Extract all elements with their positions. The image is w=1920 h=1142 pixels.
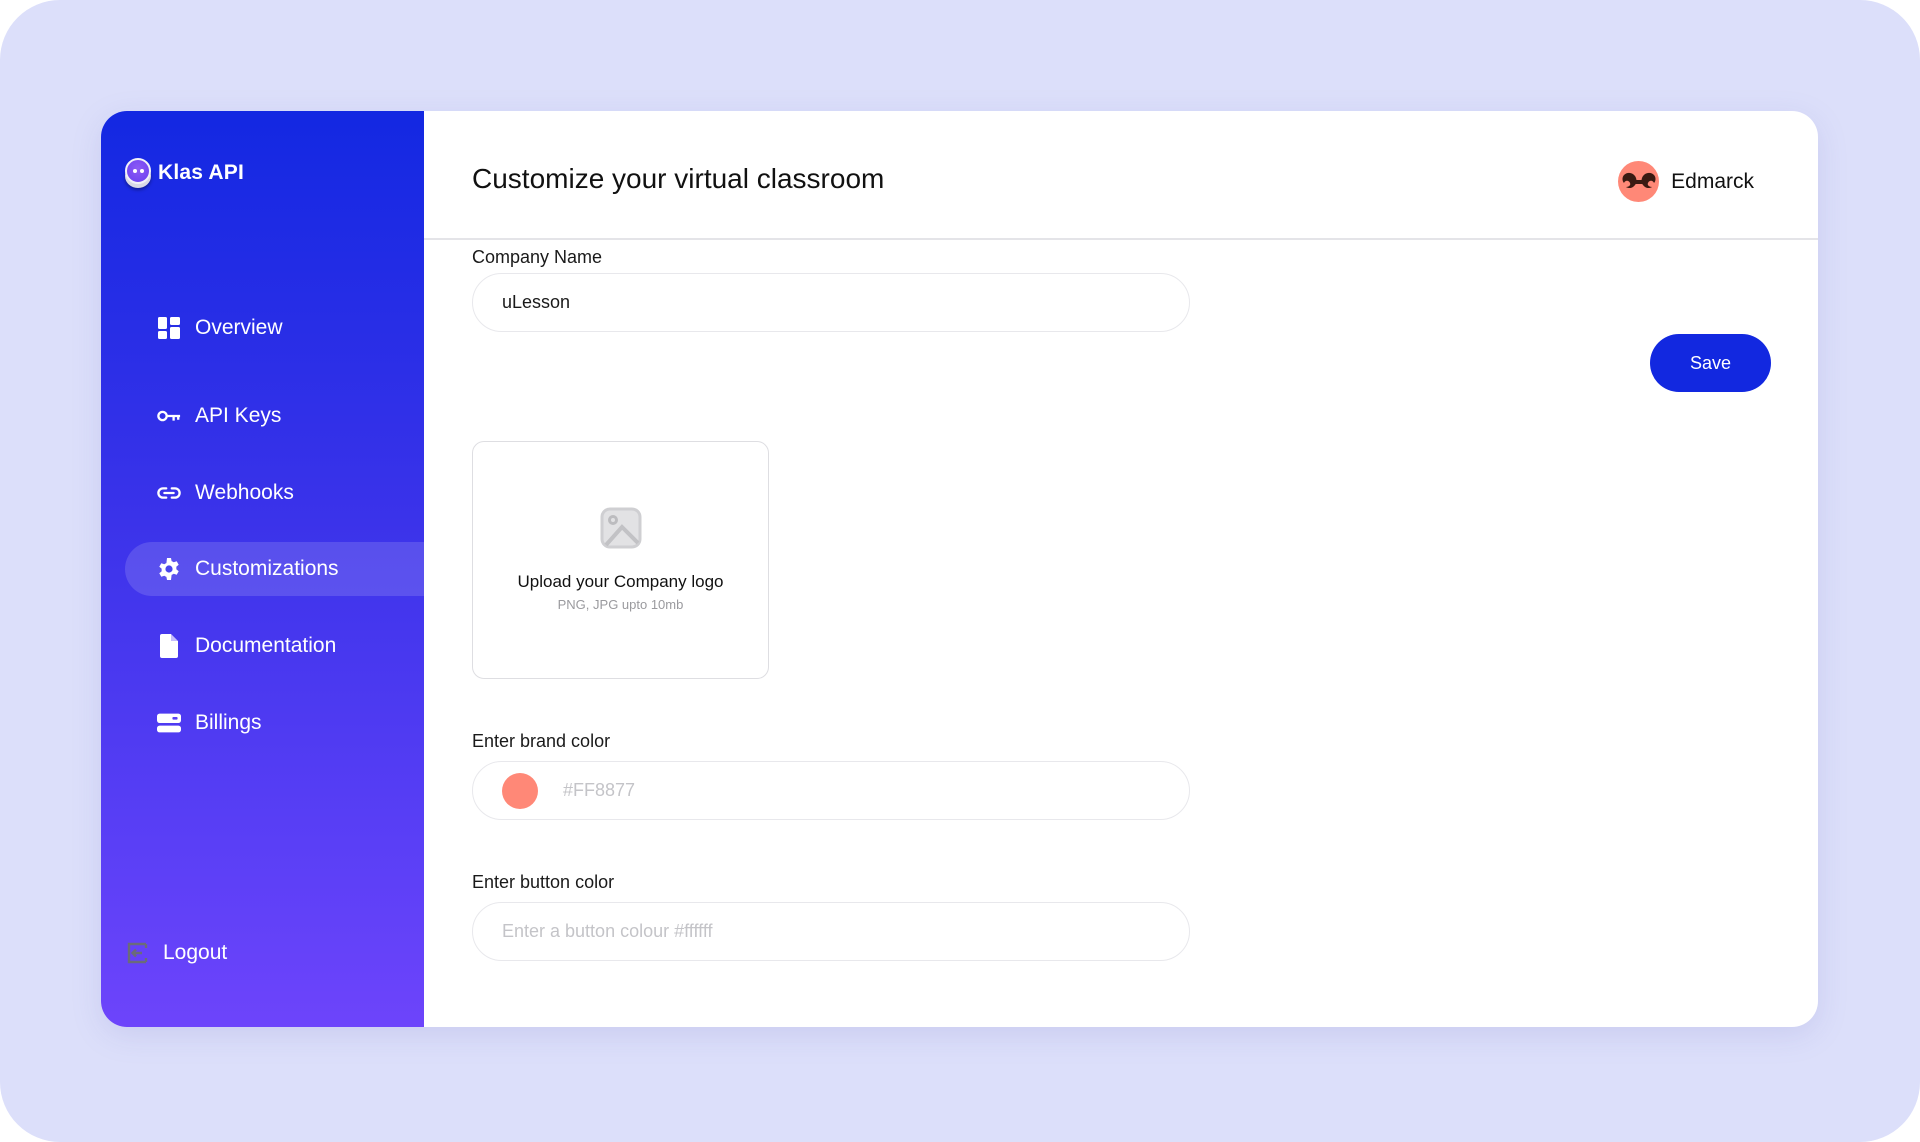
company-name-field[interactable]: [472, 273, 1190, 332]
brand-name: Klas API: [158, 161, 245, 184]
company-name-label: Company Name: [472, 247, 603, 267]
brand-color-swatch[interactable]: [502, 772, 538, 809]
app-window: Klas API Overview API Keys Webhooks Cust: [101, 111, 1818, 1027]
link-icon: [157, 481, 181, 505]
sidebar-item-api-keys[interactable]: API Keys: [125, 389, 424, 443]
sidebar-item-webhooks[interactable]: Webhooks: [125, 466, 424, 520]
logout-icon: [125, 941, 149, 965]
logo-upload-dropzone[interactable]: Upload your Company logo PNG, JPG upto 1…: [472, 441, 769, 679]
brand-color-input[interactable]: [563, 762, 1189, 819]
save-button[interactable]: Save: [1650, 334, 1771, 392]
sidebar-item-label: Billings: [195, 711, 262, 734]
image-placeholder-icon: [600, 507, 642, 549]
company-name-input[interactable]: [502, 274, 1189, 331]
logout-label: Logout: [163, 941, 228, 964]
avatar: [1618, 161, 1660, 202]
document-icon: [157, 634, 181, 658]
button-color-field[interactable]: [472, 902, 1190, 961]
page-header: Customize your virtual classroom Edmarck: [424, 111, 1818, 240]
main-content: Customize your virtual classroom Edmarck…: [424, 111, 1818, 1027]
sidebar-item-label: Documentation: [195, 634, 337, 657]
sidebar-item-documentation[interactable]: Documentation: [125, 619, 424, 673]
upload-subtitle: PNG, JPG upto 10mb: [557, 597, 684, 612]
sidebar-item-customizations[interactable]: Customizations: [125, 542, 424, 596]
avatar-mustache-icon: [1622, 172, 1656, 188]
sidebar-item-billings[interactable]: Billings: [125, 696, 424, 750]
sidebar-item-label: API Keys: [195, 404, 282, 427]
user-name: Edmarck: [1671, 169, 1754, 193]
key-icon: [157, 404, 181, 428]
sidebar-item-label: Webhooks: [195, 481, 294, 504]
page-title: Customize your virtual classroom: [472, 163, 885, 194]
gear-icon: [157, 557, 181, 581]
dashboard-icon: [157, 316, 181, 340]
button-color-label: Enter button color: [472, 872, 615, 892]
sidebar: Klas API Overview API Keys Webhooks Cust: [101, 111, 424, 1027]
button-color-input[interactable]: [502, 903, 1189, 960]
upload-title: Upload your Company logo: [517, 572, 724, 591]
logout-button[interactable]: Logout: [125, 941, 227, 965]
sidebar-item-label: Customizations: [195, 557, 339, 580]
brand[interactable]: Klas API: [124, 158, 244, 188]
sidebar-item-overview[interactable]: Overview: [125, 301, 424, 355]
sidebar-item-label: Overview: [195, 316, 283, 339]
credit-card-icon: [157, 711, 181, 735]
user-menu[interactable]: Edmarck: [1618, 161, 1754, 202]
klas-logo-icon: [124, 158, 152, 188]
brand-color-label: Enter brand color: [472, 731, 611, 751]
brand-color-field[interactable]: [472, 761, 1190, 820]
